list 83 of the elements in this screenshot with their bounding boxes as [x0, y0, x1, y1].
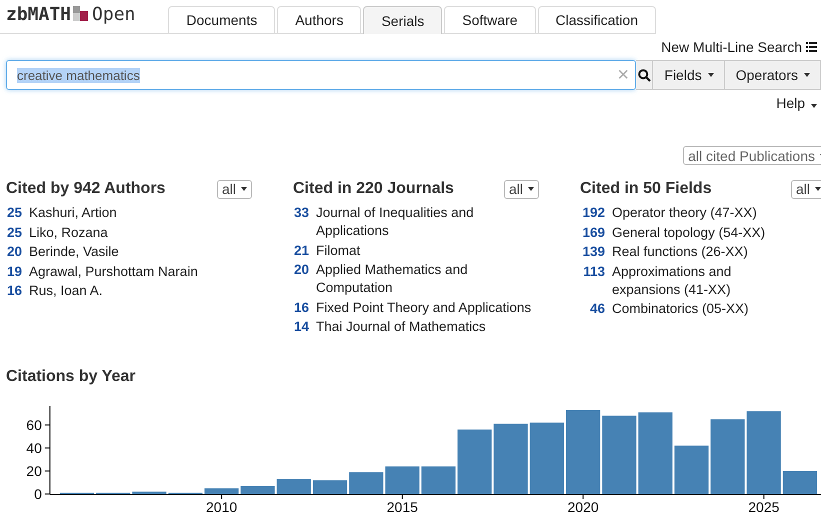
tab[interactable]: Documents — [168, 6, 276, 33]
search-button[interactable] — [636, 60, 654, 90]
count[interactable]: 169 — [580, 224, 605, 242]
bar — [204, 488, 239, 494]
filter-dropdown[interactable]: all — [790, 180, 821, 198]
item-link[interactable]: Fixed Point Theory and Applications — [316, 298, 532, 316]
caret-icon — [241, 187, 247, 191]
item-link[interactable]: General topology (54-XX) — [612, 224, 766, 242]
count[interactable]: 19 — [6, 262, 22, 280]
item-link[interactable]: Combinatorics (05-XX) — [612, 300, 749, 318]
item-link[interactable]: Thai Journal of Mathematics — [316, 318, 486, 336]
caret-icon — [804, 73, 810, 77]
y-tick-label: 0 — [34, 486, 42, 502]
count[interactable]: 25 — [6, 204, 22, 222]
filter-dropdown[interactable]: all — [216, 180, 252, 198]
help-menu[interactable]: Help — [776, 95, 817, 111]
list-icon — [806, 42, 817, 52]
bar — [240, 485, 275, 494]
bar — [276, 478, 311, 494]
bar — [782, 470, 818, 494]
bar — [349, 472, 384, 494]
logo-brand: zbMATH — [6, 4, 72, 25]
caret-icon — [815, 187, 821, 191]
panel-title: Cited in 220 Journals — [293, 180, 454, 198]
y-tick-label: 40 — [26, 439, 42, 456]
search-icon — [638, 68, 651, 82]
chart-title: Citations by Year — [5, 368, 137, 386]
count[interactable]: 33 — [293, 204, 309, 222]
bar — [421, 466, 456, 494]
item-link[interactable]: Liko, Rozana — [29, 224, 108, 242]
item-link[interactable]: Journal of Inequalities and Applications — [316, 204, 541, 240]
count[interactable]: 46 — [580, 300, 605, 318]
search-field[interactable]: creative mathematics × — [6, 60, 636, 90]
count[interactable]: 14 — [293, 318, 309, 336]
count[interactable]: 16 — [6, 282, 22, 300]
y-tick-label: 60 — [26, 416, 42, 432]
tab[interactable]: Authors — [277, 6, 362, 33]
tab[interactable]: Software — [444, 6, 536, 33]
count[interactable]: 25 — [6, 224, 22, 242]
panel-title: Cited in 50 Fields — [580, 180, 712, 198]
x-tick-label: 2020 — [568, 498, 599, 512]
bar — [674, 445, 709, 494]
count[interactable]: 192 — [580, 204, 605, 222]
panel-title: Cited by 942 Authors — [6, 180, 166, 198]
count[interactable]: 16 — [293, 298, 309, 316]
count[interactable]: 139 — [580, 243, 605, 261]
count[interactable]: 20 — [6, 243, 22, 261]
item-link[interactable]: Agrawal, Purshottam Narain — [29, 262, 198, 280]
fields-button[interactable]: Fields — [653, 60, 725, 90]
item-link[interactable]: Operator theory (47-XX) — [612, 204, 757, 222]
multi-line-search-link[interactable]: New Multi-Line Search — [661, 39, 802, 55]
search-text: creative mathematics — [17, 68, 140, 82]
x-tick-label: 2025 — [748, 498, 780, 512]
item-link[interactable]: Approximations and expansions (41-XX) — [612, 262, 782, 298]
bar — [494, 423, 528, 494]
tab[interactable]: Serials — [363, 6, 442, 34]
tab[interactable]: Classification — [538, 6, 656, 33]
bar — [385, 466, 420, 494]
item-link[interactable]: Rus, Ioan A. — [29, 282, 103, 300]
item-link[interactable]: Kashuri, Artion — [29, 204, 117, 222]
logo[interactable]: zbMATH Open — [0, 4, 164, 33]
caret-icon — [528, 187, 534, 191]
count[interactable]: 20 — [293, 261, 309, 279]
item-link[interactable]: Filomat — [316, 242, 360, 260]
count[interactable]: 113 — [580, 262, 605, 280]
caret-icon — [811, 104, 817, 108]
x-tick-label: 2010 — [206, 498, 238, 512]
caret-icon — [708, 73, 714, 77]
bar — [530, 422, 564, 494]
operators-button[interactable]: Operators — [724, 60, 821, 90]
x-tick-label: 2015 — [386, 498, 418, 512]
logo-suffix: Open — [92, 4, 136, 25]
bar — [312, 480, 348, 494]
item-link[interactable]: Real functions (26-XX) — [612, 243, 748, 261]
item-link[interactable]: Applied Mathematics and Computation — [316, 261, 541, 297]
bar — [132, 491, 166, 494]
count[interactable]: 21 — [293, 242, 309, 260]
bar — [458, 429, 492, 494]
filter-dropdown[interactable]: all — [504, 180, 539, 198]
y-tick-label: 20 — [26, 462, 42, 478]
publications-dropdown[interactable]: all cited Publications — [683, 146, 821, 165]
logo-squares-icon — [73, 6, 88, 20]
item-link[interactable]: Berinde, Vasile — [29, 243, 119, 261]
